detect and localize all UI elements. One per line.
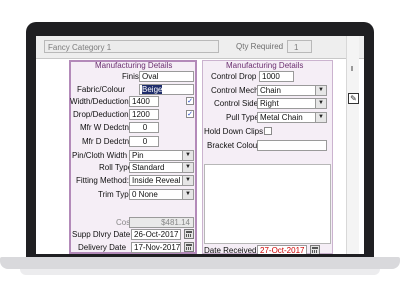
finish-input[interactable]: Oval bbox=[139, 71, 194, 82]
mfr-w-dedctn-label: Mfr W Dedctn bbox=[80, 123, 129, 132]
scrollbar-marker bbox=[351, 66, 353, 71]
control-side-select[interactable]: Right ▼ bbox=[257, 98, 327, 109]
right-section-title: Manufacturing Details bbox=[226, 61, 304, 70]
fabric-colour-label: Fabric/Colour bbox=[77, 85, 126, 94]
bracket-colour-input[interactable] bbox=[257, 140, 327, 151]
supp-dlvry-date-label: Supp Dlvry Date bbox=[72, 230, 131, 239]
control-drop-input[interactable]: 1000 bbox=[259, 71, 294, 82]
header-bar: Fancy Category 1 Qty Required 1 bbox=[36, 36, 364, 59]
width-deduction-input[interactable]: 1400 bbox=[129, 96, 159, 107]
supp-dlvry-date-input[interactable]: 26-Oct-2017 bbox=[131, 229, 181, 240]
bracket-colour-label: Bracket Colour bbox=[207, 141, 260, 150]
control-side-label: Control Side bbox=[214, 99, 259, 108]
app-screen: Fancy Category 1 Qty Required 1 Manufact… bbox=[36, 36, 364, 254]
qty-required-label: Qty Required bbox=[236, 42, 284, 51]
chevron-down-icon[interactable]: ▼ bbox=[315, 113, 326, 122]
control-mech-label: Control Mech bbox=[211, 86, 259, 95]
control-drop-label: Control Drop bbox=[211, 72, 257, 81]
control-mech-value: Chain bbox=[260, 86, 281, 95]
fitting-method-select[interactable]: Inside Reveal ▼ bbox=[129, 175, 194, 186]
control-side-value: Right bbox=[260, 99, 279, 108]
pin-cloth-width-select[interactable]: Pin ▼ bbox=[129, 150, 194, 161]
drop-deduction-checkbox[interactable]: ✓ bbox=[186, 110, 194, 118]
pull-type-value: Metal Chain bbox=[260, 113, 303, 122]
qty-required-field[interactable]: 1 bbox=[287, 40, 312, 53]
calendar-icon[interactable] bbox=[184, 242, 194, 252]
drop-deduction-input[interactable]: 1200 bbox=[129, 109, 159, 120]
delivery-date-label: Delivery Date bbox=[78, 243, 127, 252]
edit-icon[interactable]: ✎ bbox=[348, 93, 359, 104]
trim-type-select[interactable]: 0 None ▼ bbox=[129, 189, 194, 200]
fitting-method-label: Fitting Method: bbox=[76, 176, 129, 185]
fitting-method-value: Inside Reveal bbox=[132, 176, 181, 185]
chevron-down-icon[interactable]: ▼ bbox=[182, 151, 193, 160]
hold-down-clips-label: Hold Down Clips bbox=[204, 127, 264, 136]
pin-cloth-width-value: Pin bbox=[132, 151, 144, 160]
drop-deduction-label: Drop/Deduction bbox=[73, 110, 129, 119]
roll-type-select[interactable]: Standard ▼ bbox=[129, 162, 194, 173]
laptop-base-shadow bbox=[20, 269, 380, 275]
mfr-d-dedctn-input[interactable]: 0 bbox=[129, 136, 159, 147]
pin-cloth-width-label: Pin/Cloth Width bbox=[72, 151, 128, 160]
fabric-colour-input[interactable]: Beige bbox=[139, 84, 194, 95]
date-received-input[interactable]: 27-Oct-2017 bbox=[257, 245, 307, 254]
fancy-category-field[interactable]: Fancy Category 1 bbox=[44, 40, 219, 53]
pull-type-select[interactable]: Metal Chain ▼ bbox=[257, 112, 327, 123]
mfr-w-dedctn-input[interactable]: 0 bbox=[129, 122, 159, 133]
chevron-down-icon[interactable]: ▼ bbox=[182, 176, 193, 185]
width-deduction-label: Width/Deduction bbox=[70, 97, 129, 106]
laptop-base bbox=[0, 257, 400, 269]
mfr-d-dedctn-label: Mfr D Dedctn bbox=[82, 137, 130, 146]
calendar-icon[interactable] bbox=[184, 229, 194, 239]
date-received-label: Date Received bbox=[204, 246, 257, 254]
pull-type-label: Pull Type bbox=[226, 113, 259, 122]
fabric-colour-value: Beige bbox=[142, 85, 163, 94]
chevron-down-icon[interactable]: ▼ bbox=[315, 99, 326, 108]
control-mech-select[interactable]: Chain ▼ bbox=[257, 85, 327, 96]
hold-down-clips-checkbox[interactable] bbox=[264, 127, 272, 135]
calendar-icon[interactable] bbox=[310, 245, 320, 254]
width-deduction-checkbox[interactable]: ✓ bbox=[186, 97, 194, 105]
chevron-down-icon[interactable]: ▼ bbox=[315, 86, 326, 95]
chevron-down-icon[interactable]: ▼ bbox=[182, 190, 193, 199]
delivery-date-input[interactable]: 17-Nov-2017 bbox=[131, 242, 181, 253]
left-section-title: Manufacturing Details bbox=[95, 61, 173, 70]
notes-area[interactable] bbox=[204, 164, 331, 244]
roll-type-value: Standard bbox=[132, 163, 165, 172]
chevron-down-icon[interactable]: ▼ bbox=[182, 163, 193, 172]
roll-type-label: Roll Type bbox=[99, 163, 133, 172]
trim-type-label: Trim Type bbox=[98, 190, 134, 199]
cost-field: $481.14 bbox=[129, 217, 194, 228]
trim-type-value: 0 None bbox=[132, 190, 158, 199]
